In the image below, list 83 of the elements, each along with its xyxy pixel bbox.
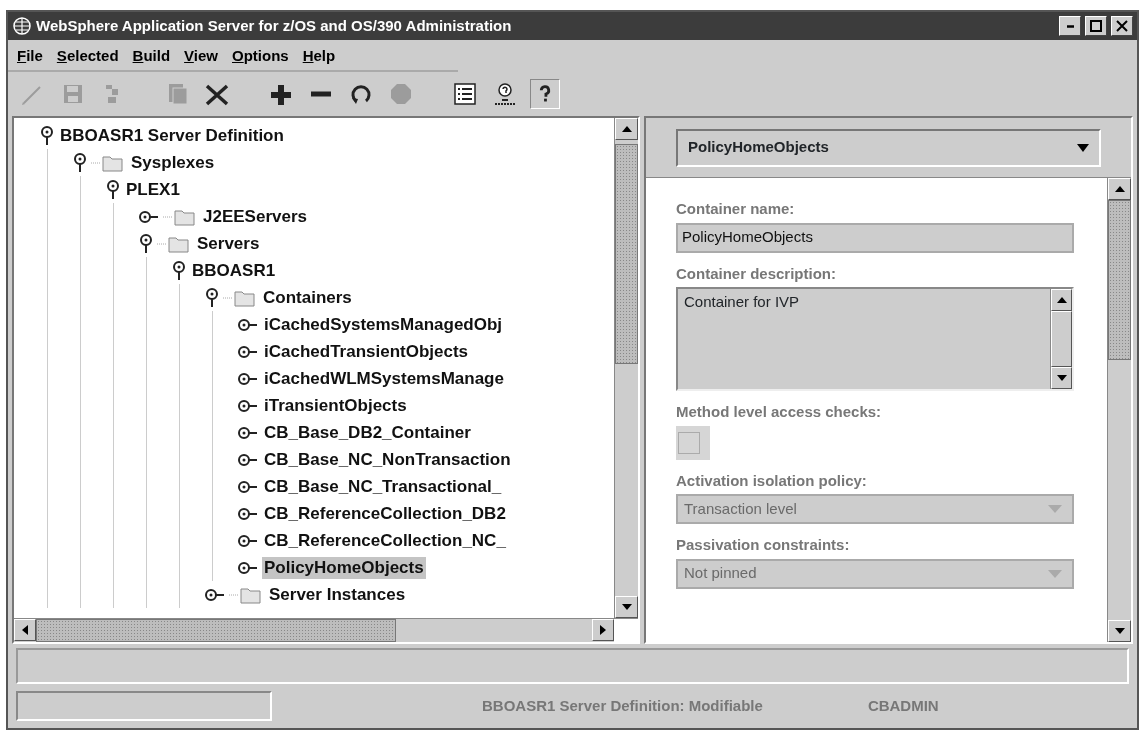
tree-item-label[interactable]: iCachedWLMSystemsManage (262, 367, 506, 390)
arrow-up-icon (1056, 297, 1067, 303)
collapsed-handle-icon[interactable] (139, 209, 159, 224)
expanded-handle-icon[interactable] (139, 233, 153, 254)
tree-item-label[interactable]: Server Instances (267, 583, 408, 606)
arrow-right-icon (600, 625, 606, 635)
expanded-handle-icon[interactable] (172, 260, 186, 281)
expanded-handle-icon[interactable] (106, 179, 120, 200)
folder-icon (163, 207, 197, 226)
menu-item[interactable]: View (181, 44, 225, 68)
collapsed-handle-icon[interactable] (238, 398, 258, 413)
minimize-icon (1066, 24, 1074, 28)
arrow-down-icon (1114, 628, 1125, 634)
minimize-button[interactable] (1059, 16, 1081, 36)
tree-item-label[interactable]: CB_Base_DB2_Container (262, 421, 473, 444)
scroll-thumb[interactable] (1051, 311, 1072, 367)
folder-icon (223, 288, 257, 307)
vertical-scrollbar[interactable] (614, 118, 638, 618)
tree-item-label[interactable]: CB_Base_NC_Transactional_ (262, 475, 504, 498)
close-button[interactable] (1111, 16, 1133, 36)
expanded-handle-icon[interactable] (205, 287, 219, 308)
menu-item[interactable]: Options (229, 44, 296, 68)
field-label: Container description: (676, 263, 837, 284)
field-label: Container name: (676, 199, 796, 219)
expanded-handle-icon[interactable] (73, 152, 87, 173)
tree-item-label[interactable]: iTransientObjects (262, 394, 409, 417)
tree-item-label[interactable]: iCachedSystemsManagedObj (262, 313, 505, 336)
text-field[interactable]: PolicyHomeObjects (676, 222, 1074, 253)
collapsed-handle-icon[interactable] (238, 317, 258, 332)
text-area[interactable]: Container for IVP (676, 287, 1074, 391)
tree-item-label[interactable]: CB_Base_NC_NonTransaction (262, 448, 513, 471)
collapsed-handle-icon[interactable] (238, 371, 258, 386)
folder-icon (157, 234, 191, 253)
dropdown-arrow-icon (1048, 569, 1062, 578)
container-dropdown[interactable]: PolicyHomeObjects (676, 128, 1101, 167)
tree-item-label[interactable]: PLEX1 (124, 178, 182, 201)
tree-item-label[interactable]: CB_ReferenceCollection_DB2 (262, 502, 508, 525)
tree-item-label[interactable]: PolicyHomeObjects (262, 556, 426, 579)
arrow-up-icon (621, 126, 632, 132)
help-button[interactable] (530, 79, 560, 109)
collapsed-handle-icon[interactable] (238, 560, 258, 575)
window-title: WebSphere Application Server for z/OS and OS/390 Administration (36, 15, 513, 36)
collapsed-handle-icon[interactable] (238, 452, 258, 467)
collapsed-handle-icon[interactable] (205, 587, 225, 602)
collapsed-handle-icon[interactable] (238, 506, 258, 521)
tree-item-label[interactable]: CB_ReferenceCollection_NC_ (262, 529, 508, 552)
dropdown-arrow-icon (1077, 143, 1089, 152)
collapsed-handle-icon[interactable] (238, 533, 258, 548)
field-label: Method level access checks: (676, 402, 883, 422)
scrollbar-corner (614, 619, 638, 642)
menu-item[interactable]: File (14, 44, 50, 68)
arrow-down-icon (1056, 375, 1067, 381)
collapsed-handle-icon[interactable] (238, 344, 258, 359)
folder-icon (91, 153, 125, 172)
collapsed-handle-icon[interactable] (238, 479, 258, 494)
arrow-up-icon (1114, 186, 1125, 192)
status-text: BBOASR1 Server Definition: Modifiable (482, 695, 763, 716)
field-label: Passivation constraints: (676, 535, 851, 555)
dropdown-arrow-icon (1048, 505, 1062, 513)
menu-item[interactable]: Selected (53, 44, 126, 68)
horizontal-scrollbar[interactable] (14, 618, 638, 642)
tree-item-label[interactable]: iCachedTransientObjects (262, 340, 471, 363)
maximize-button[interactable] (1085, 16, 1107, 36)
minus-icon (310, 90, 332, 98)
globe-icon (12, 16, 32, 36)
tree-item-label[interactable]: J2EEServers (201, 205, 309, 228)
vertical-scrollbar[interactable] (1107, 178, 1131, 642)
tree-item-label[interactable]: BBOASR1 (190, 259, 278, 282)
menu-item[interactable]: Build (129, 44, 178, 68)
menu-item[interactable]: Help (299, 44, 343, 68)
tree-item-label[interactable]: Sysplexes (129, 151, 217, 174)
tree-item-label[interactable]: Servers (195, 232, 262, 255)
maximize-icon (1090, 20, 1102, 32)
user-name: CBADMIN (867, 695, 939, 716)
expanded-handle-icon[interactable] (40, 125, 54, 146)
tree-item-label[interactable]: Containers (261, 286, 354, 309)
arrow-left-icon (22, 625, 28, 635)
tree-item-label[interactable]: BBOASR1 Server Definition (58, 124, 286, 147)
arrow-down-icon (621, 604, 632, 610)
collapsed-handle-icon[interactable] (238, 425, 258, 440)
field-label: Activation isolation policy: (676, 470, 868, 491)
folder-icon (229, 585, 263, 604)
close-icon (1116, 20, 1128, 32)
